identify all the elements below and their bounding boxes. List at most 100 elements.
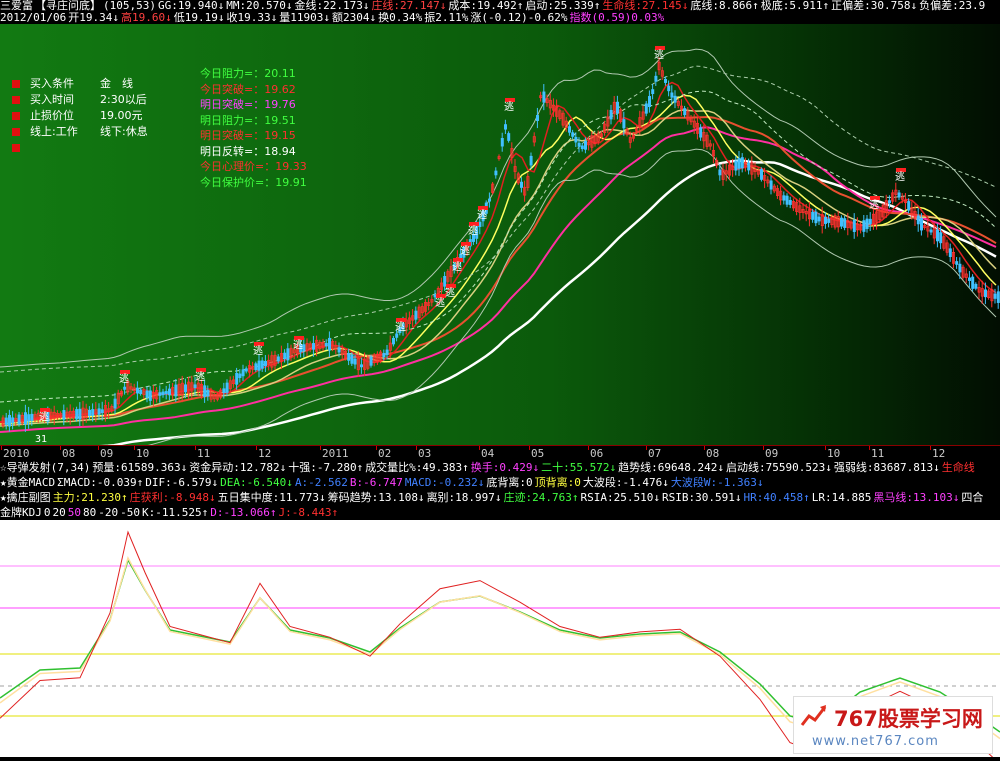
candle-body (824, 216, 828, 224)
indicator-row-kdj[interactable]: 金牌KDJ 0 20 50 80 -20 -50 K:-11.525↑ D:-13.066↑ J:… (0, 505, 1000, 520)
month-tick (763, 446, 764, 450)
candle-body (164, 391, 168, 395)
candle-body (916, 215, 920, 225)
info-key: 止损价位 (30, 109, 74, 122)
candle-body (257, 360, 261, 371)
ind4-field: 20 (52, 506, 66, 519)
month-label: 02 (378, 447, 392, 460)
escape-tag: 逃 (869, 198, 879, 211)
time-axis: 2010 08 09 10 11 12 2011 02 03 04 05 06 07 08 09 10 11 12 (0, 445, 1000, 460)
candle-body (984, 289, 988, 298)
escape-tag: 逃 (293, 338, 303, 351)
bullet-icon (12, 128, 20, 136)
hdr2-field: 收19.33↓ (226, 12, 278, 24)
candle-body (584, 141, 588, 150)
candle-body (369, 356, 373, 366)
escape-tag: 逃 (452, 260, 462, 273)
price-level: 今日保护价=：19.91 (200, 175, 307, 189)
candle-body (100, 409, 104, 414)
escape-tag: 逃 (395, 320, 405, 333)
ind4-field: 金牌KDJ (0, 506, 42, 519)
candle-body (17, 414, 21, 425)
hdr1-field: 生命线:27.145↓ (602, 0, 689, 12)
month-label: 12 (258, 447, 272, 460)
escape-tag: 逃 (445, 286, 455, 299)
candle-body (948, 248, 952, 258)
quote-header-line1: 三爱富 【寻庄问底】 (105,53) GG:19.940↓ MM:20.570↓ 金线:… (0, 0, 1000, 12)
ind3-field: 离别:18.997↓ (426, 491, 502, 504)
month-label: 05 (531, 447, 545, 460)
candle-body (148, 390, 152, 401)
candle-body (718, 169, 722, 176)
month-tick (825, 446, 826, 450)
candle-body (811, 211, 815, 220)
indicator-row-banker[interactable]: ★擒庄副图 主力:21.230↑ 庄获利:-8.948↓ 五日集中度:11.773↓ 筹… (0, 490, 1000, 505)
info-row (12, 140, 148, 156)
ind4-field: J:-8.443↑ (278, 506, 339, 519)
candle-body (78, 408, 82, 420)
candle-body (817, 216, 821, 222)
bullet-icon (12, 144, 20, 152)
candle-body (536, 115, 540, 121)
candle-body (174, 384, 178, 397)
ind3-field: 庄获利:-8.948↓ (129, 491, 216, 504)
month-label: 09 (765, 447, 779, 460)
ind2-field: DEA:-6.540↓ (220, 476, 293, 489)
hdr2-field: 2012/01/06 (0, 12, 67, 24)
ind3-field: 四合 (961, 491, 984, 504)
candle-body (862, 220, 866, 232)
candle-body (203, 385, 207, 397)
site-watermark: 767股票学习网 www.net767.com (793, 696, 993, 754)
hdr2-field: 低19.19↓ (173, 12, 225, 24)
ind3-field: 庄迹:24.763↑ (503, 491, 579, 504)
ind4-field: 0 (43, 506, 51, 519)
month-tick (134, 446, 135, 450)
ind3-field: 五日集中度:11.773↓ (217, 491, 326, 504)
month-tick (1, 446, 2, 450)
month-label: 12 (932, 447, 946, 460)
watermark-url: www.net767.com (812, 734, 939, 749)
candle-body (955, 261, 959, 265)
candle-body (123, 386, 127, 390)
indicator-row-missile[interactable]: ☆导弹发射(7,34) 预量:61589.363↓ 资金异动:12.782↓ 十强:-… (0, 460, 1000, 475)
month-tick (320, 446, 321, 450)
candle-body (939, 232, 943, 244)
ind1-field: 资金异动:12.782↓ (189, 461, 287, 474)
hdr1-field: 【寻庄问底】 (35, 0, 101, 12)
month-tick (376, 446, 377, 450)
candle-body (868, 218, 872, 225)
candle-body (283, 352, 287, 360)
info-key: 线上:工作 (30, 125, 78, 138)
month-tick (588, 446, 589, 450)
candle-body (75, 409, 79, 420)
ind3-field: ★擒庄副图 (0, 491, 51, 504)
candle-body (7, 414, 11, 427)
candle-body (520, 181, 524, 188)
indicator-row-macd[interactable]: ★黄金MACD ΣMACD:-0.039↑ DIF:-6.579↓ DEA:-6.54… (0, 475, 1000, 490)
info-row: 买入条件 金 线 (12, 76, 148, 92)
hdr1-field: 负偏差:23.9 (919, 0, 986, 12)
candle-body (747, 162, 751, 171)
hdr2-field: 指数(0.59)0.03% (569, 12, 665, 24)
price-chart-svg: 逃逃 逃逃逃逃逃逃逃逃逃逃逃逃逃逃 31 (0, 24, 1000, 468)
candle-body (769, 180, 773, 190)
main-price-chart[interactable]: 逃逃逃逃逃逃逃逃逃逃逃逃逃逃逃逃 31 买入条件金 线买入时间 2:30以后 止损价… (0, 24, 1000, 468)
candle-body (785, 195, 789, 205)
ind4-field: -20 (98, 506, 119, 519)
candle-body (225, 382, 229, 393)
candle-body (478, 221, 482, 227)
candle-body (302, 344, 306, 351)
candle-body (907, 201, 911, 211)
hdr2-field: 额2304↓ (331, 12, 377, 24)
ind2-field: ★黄金MACD (0, 476, 56, 489)
candle-body (23, 412, 27, 425)
candle-body (571, 132, 575, 137)
month-label: 10 (827, 447, 841, 460)
ind2-field: A:-2.562 (294, 476, 348, 489)
candle-body (382, 353, 386, 358)
candle-body (4, 417, 8, 425)
candle-body (929, 229, 933, 233)
candle-body (494, 170, 498, 176)
candle-body (542, 91, 546, 103)
month-tick (529, 446, 530, 450)
